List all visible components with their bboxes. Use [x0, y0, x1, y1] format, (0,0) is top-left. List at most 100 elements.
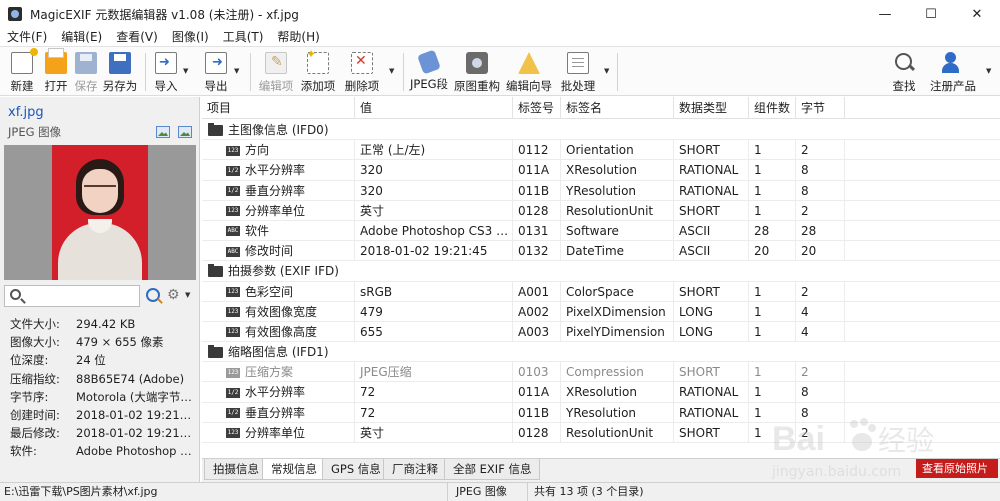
data-type-icon: 1/2	[226, 186, 240, 197]
view-original-button[interactable]: 查看原始照片	[916, 459, 998, 478]
image-open-icon[interactable]	[178, 126, 192, 138]
table-row[interactable]: 123 分辨率单位 英寸 0128 ResolutionUnit SHORT 1 2	[202, 200, 1000, 221]
cell-item: 123 压缩方案	[202, 362, 355, 383]
menu-image[interactable]: 图像(I)	[165, 28, 216, 46]
property-value: Adobe Photoshop C...	[76, 444, 194, 459]
cell-item: 123 分辨率单位	[202, 422, 355, 443]
menu-edit[interactable]: 编辑(E)	[54, 28, 109, 46]
property-row: 压缩指纹: 88B65E74 (Adobe)	[10, 370, 198, 388]
column-header-type[interactable]: 数据类型	[674, 97, 749, 119]
maximize-button[interactable]: ☐	[908, 0, 954, 28]
group-row[interactable]: 主图像信息 (IFD0)	[202, 120, 1000, 141]
status-path: E:\迅雷下载\PS图片素材\xf.jpg	[0, 483, 448, 501]
toolbar-divider	[403, 53, 404, 91]
cell-bytes: 20	[796, 241, 845, 262]
tab-shooting-info[interactable]: 拍摄信息	[204, 459, 268, 480]
property-row: 位深度: 24 位	[10, 351, 198, 369]
batch-dropdown-icon[interactable]: ▼	[604, 67, 609, 75]
jpeg-segment-button[interactable]: JPEG段	[410, 49, 448, 95]
cell-item: 1/2 垂直分辨率	[202, 402, 355, 423]
add-item-button[interactable]: 添加项	[300, 47, 336, 95]
table-row[interactable]: 1/2 垂直分辨率 320 011B YResolution RATIONAL 1 8	[202, 180, 1000, 201]
chevron-down-icon[interactable]: ▼	[185, 291, 190, 299]
tab-gps-info[interactable]: GPS 信息	[322, 459, 390, 480]
column-header-value[interactable]: 值	[355, 97, 513, 119]
save-button[interactable]: 保存	[72, 51, 100, 95]
tab-maker-notes[interactable]: 厂商注释	[383, 459, 447, 480]
cell-tag: 011B	[513, 180, 561, 201]
menu-view[interactable]: 查看(V)	[109, 28, 165, 46]
import-dropdown-icon[interactable]: ▼	[183, 67, 188, 75]
toolbar-divider	[145, 53, 146, 91]
open-folder-icon	[45, 48, 67, 74]
table-row[interactable]: 1/2 垂直分辨率 72 011B YResolution RATIONAL 1 8	[202, 402, 1000, 423]
cell-count: 1	[749, 422, 796, 443]
group-row[interactable]: 缩略图信息 (IFD1)	[202, 342, 1000, 363]
cell-tag-name: PixelYDimension	[561, 321, 674, 342]
cell-tag: A003	[513, 321, 561, 342]
cell-tag-name: XResolution	[561, 382, 674, 403]
cell-tag: A001	[513, 281, 561, 302]
batch-button[interactable]: 批处理	[560, 51, 596, 95]
rebuild-button[interactable]: 原图重构	[454, 51, 500, 95]
group-row[interactable]: 拍摄参数 (EXIF IFD)	[202, 261, 1000, 282]
table-row[interactable]: 123 方向 正常 (上/左) 0112 Orientation SHORT 1 2	[202, 140, 1000, 161]
search-input[interactable]	[27, 288, 137, 304]
register-dropdown-icon[interactable]: ▼	[986, 67, 991, 75]
column-header-item[interactable]: 项目	[202, 97, 355, 119]
data-type-icon: 123	[226, 206, 240, 217]
column-header-tag[interactable]: 标签号	[513, 97, 561, 119]
menu-help[interactable]: 帮助(H)	[270, 28, 326, 46]
data-type-icon: 123	[226, 145, 240, 156]
new-label: 新建	[10, 79, 34, 93]
cell-tag-name: XResolution	[561, 160, 674, 181]
tab-all-exif[interactable]: 全部 EXIF 信息	[444, 459, 541, 480]
delete-dropdown-icon[interactable]: ▼	[389, 67, 394, 75]
wizard-button[interactable]: 编辑向导	[506, 51, 552, 95]
save-as-button[interactable]: 另存为	[102, 51, 138, 95]
cell-tag: 0132	[513, 241, 561, 262]
window-title: MagicEXIF 元数据编辑器 v1.08 (未注册) - xf.jpg	[30, 7, 299, 22]
column-header-tag-name[interactable]: 标签名	[561, 97, 674, 119]
open-button[interactable]: 打开	[40, 48, 72, 95]
edit-item-label: 编辑项	[258, 79, 294, 93]
table-row[interactable]: 123 色彩空间 sRGB A001 ColorSpace SHORT 1 2	[202, 281, 1000, 302]
cell-count: 1	[749, 281, 796, 302]
table-row[interactable]: 123 分辨率单位 英寸 0128 ResolutionUnit SHORT 1 2	[202, 422, 1000, 443]
table-row[interactable]: ABC 软件 Adobe Photoshop CS3 Win...0131Softw…	[202, 220, 1000, 242]
table-row[interactable]: 1/2 水平分辨率 320 011A XResolution RATIONAL 1 8	[202, 160, 1000, 181]
cell-tag: 011B	[513, 402, 561, 423]
new-button[interactable]: 新建	[6, 48, 38, 95]
export-dropdown-icon[interactable]: ▼	[234, 67, 239, 75]
cell-value: 320	[355, 160, 513, 181]
menu-tools[interactable]: 工具(T)	[216, 28, 271, 46]
table-row[interactable]: 123 有效图像宽度 479 A002 PixelXDimension LONG 1 4	[202, 301, 1000, 322]
table-row[interactable]: ABC 修改时间 2018-01-02 19:21:45 0132 DateTime AS…	[202, 241, 1000, 262]
save-as-disk-icon	[109, 52, 131, 74]
find-next-icon[interactable]	[146, 288, 160, 302]
batch-document-icon	[567, 52, 589, 74]
image-view-icon[interactable]	[156, 126, 170, 138]
tab-general-info[interactable]: 常规信息	[262, 459, 326, 480]
table-row[interactable]: 1/2 水平分辨率 72 011A XResolution RATIONAL 1 8	[202, 382, 1000, 403]
menu-file[interactable]: 文件(F)	[0, 28, 54, 46]
column-header-bytes[interactable]: 字节	[796, 97, 845, 119]
table-row[interactable]: 123 压缩方案 JPEG压缩 0103 Compression SHORT 1 2	[202, 362, 1000, 383]
find-button[interactable]: 查找	[890, 51, 918, 95]
import-button[interactable]: 导入	[152, 51, 180, 95]
minimize-button[interactable]: —	[862, 0, 908, 28]
gear-icon[interactable]: ⚙	[167, 287, 180, 303]
cell-count: 1	[749, 180, 796, 201]
export-button[interactable]: 导出	[202, 51, 230, 95]
close-button[interactable]: ✕	[954, 0, 1000, 28]
property-label: 文件大小:	[10, 317, 60, 332]
export-label: 导出	[204, 79, 228, 93]
table-row[interactable]: 123 有效图像高度 655 A003 PixelYDimension LONG 1 4	[202, 321, 1000, 343]
delete-item-button[interactable]: 删除项	[344, 51, 380, 95]
image-preview	[4, 145, 196, 280]
register-button[interactable]: 注册产品	[930, 51, 976, 95]
cell-count: 1	[749, 160, 796, 181]
open-label: 打开	[44, 79, 68, 93]
edit-item-button[interactable]: 编辑项	[258, 51, 294, 95]
column-header-count[interactable]: 组件数	[749, 97, 796, 119]
